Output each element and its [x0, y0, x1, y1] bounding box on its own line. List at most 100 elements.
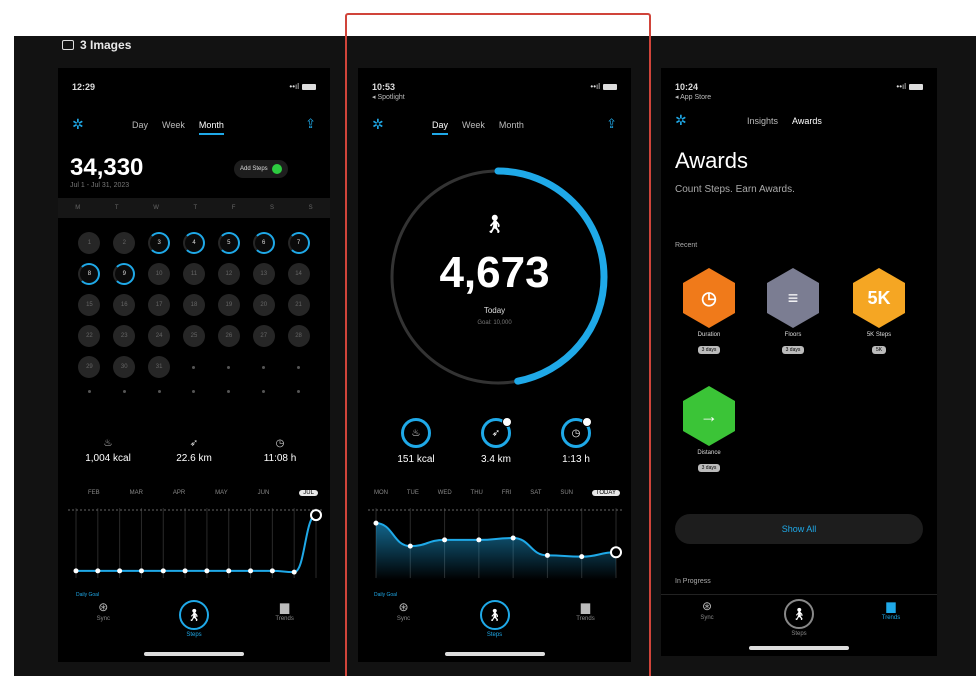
- status-time: 12:29: [72, 82, 96, 92]
- selection-highlight: [345, 13, 651, 676]
- calendar-empty: [218, 387, 240, 395]
- chart-line: [76, 514, 317, 574]
- sync-icon: ⊛: [98, 600, 109, 614]
- month-label[interactable]: APR: [173, 490, 185, 496]
- bottom-nav: ⊛ Sync 🚶︎ Steps ▆ Trends: [661, 594, 937, 637]
- chart-point[interactable]: [310, 509, 322, 522]
- distance-award-icon: →: [683, 386, 735, 446]
- image-count-label: 3 Images: [80, 38, 132, 52]
- home-indicator: [749, 646, 849, 650]
- award-badge[interactable]: ≡ Floors 3 days: [763, 268, 823, 356]
- calendar-empty: [218, 356, 240, 378]
- chart-point[interactable]: [117, 568, 123, 574]
- nav-steps[interactable]: 🚶︎ Steps: [164, 600, 224, 638]
- calendar-day[interactable]: 31: [148, 356, 171, 378]
- calendar-day[interactable]: 6: [252, 232, 275, 254]
- image-count-header: 3 Images: [62, 38, 131, 52]
- calendar-day[interactable]: 4: [182, 232, 205, 254]
- calendar-day[interactable]: 24: [148, 325, 171, 347]
- nav-trends[interactable]: ▆ Trends: [861, 599, 921, 621]
- chart-point[interactable]: [95, 568, 101, 574]
- calendar-day[interactable]: 5: [217, 232, 240, 254]
- calendar-day[interactable]: 27: [252, 325, 275, 347]
- chart-point[interactable]: [291, 569, 297, 575]
- calendar-day[interactable]: 28: [287, 325, 310, 347]
- chart-point[interactable]: [226, 568, 232, 574]
- back-to-app[interactable]: ◂ App Store: [675, 93, 711, 101]
- calendar-day[interactable]: 11: [182, 263, 205, 285]
- month-label[interactable]: MAR: [130, 490, 143, 496]
- nav-sync[interactable]: ⊛ Sync: [677, 599, 737, 621]
- calendar-day[interactable]: 2: [113, 232, 136, 254]
- calendar-day[interactable]: 20: [252, 294, 275, 316]
- calendar-empty: [78, 387, 100, 395]
- walk-icon: 🚶︎: [784, 599, 814, 629]
- calendar-empty: [253, 356, 275, 378]
- month-label[interactable]: JUN: [258, 490, 270, 496]
- calendar-day[interactable]: 29: [78, 356, 101, 378]
- gear-icon[interactable]: ✲: [72, 116, 84, 133]
- month-label[interactable]: MAY: [215, 490, 228, 496]
- add-icon: [271, 164, 282, 174]
- calendar-day[interactable]: 21: [287, 294, 310, 316]
- share-icon[interactable]: ⇪: [305, 116, 316, 132]
- award-tag: 3 days: [781, 346, 805, 354]
- add-steps-pill[interactable]: Add Steps: [234, 160, 288, 178]
- calendar-day[interactable]: 22: [78, 325, 101, 347]
- calendar-day[interactable]: 30: [113, 356, 136, 378]
- calendar-day[interactable]: 13: [252, 263, 275, 285]
- battery-icon: [909, 83, 923, 90]
- calendar-day[interactable]: 12: [217, 263, 240, 285]
- chart-point[interactable]: [160, 568, 166, 574]
- award-tag: 5K: [871, 346, 887, 354]
- calendar-empty: [113, 387, 135, 395]
- calendar-day[interactable]: 10: [148, 263, 171, 285]
- calendar-empty: [183, 356, 205, 378]
- calendar-day[interactable]: 8: [78, 263, 101, 285]
- calendar-day[interactable]: 16: [113, 294, 136, 316]
- nav-trends[interactable]: ▆ Trends: [255, 600, 315, 622]
- weekday-label: S: [270, 205, 275, 211]
- calendar-day[interactable]: 1: [78, 232, 101, 254]
- calendar-day[interactable]: 19: [217, 294, 240, 316]
- month-label[interactable]: JUL: [299, 490, 318, 496]
- award-badge[interactable]: → Distance 3 days: [679, 386, 739, 474]
- calendar-day[interactable]: 14: [287, 263, 310, 285]
- nav-steps[interactable]: 🚶︎ Steps: [769, 599, 829, 637]
- calendar-day[interactable]: 3: [148, 232, 171, 254]
- award-badge[interactable]: ◷ Duration 3 days: [679, 268, 739, 356]
- chart-point[interactable]: [248, 568, 254, 574]
- chart-point[interactable]: [138, 568, 144, 574]
- calendar-day[interactable]: 23: [113, 325, 136, 347]
- tab-day[interactable]: Day: [132, 120, 148, 135]
- tab-week[interactable]: Week: [162, 120, 185, 135]
- 5k-award-icon: 5K: [853, 268, 905, 328]
- chart-point[interactable]: [182, 568, 188, 574]
- calendar-day[interactable]: 15: [78, 294, 101, 316]
- calendar-day[interactable]: 26: [217, 325, 240, 347]
- tab-month[interactable]: Month: [198, 120, 224, 135]
- tab-insights[interactable]: Insights: [747, 116, 778, 126]
- calendar-day[interactable]: 9: [113, 263, 136, 285]
- sync-icon: ⊛: [701, 599, 713, 613]
- calendar-day[interactable]: 7: [287, 232, 310, 254]
- weekday-label: T: [114, 205, 119, 211]
- nav-sync[interactable]: ⊛ Sync: [73, 600, 133, 622]
- phone-screen-awards: 10:24 ◂ App Store ••ıl ✲ Insights Awards…: [661, 68, 937, 656]
- calendar-day[interactable]: 17: [148, 294, 171, 316]
- gear-icon[interactable]: ✲: [675, 112, 687, 129]
- show-all-button[interactable]: Show All: [675, 514, 923, 544]
- award-tag: 3 days: [697, 464, 721, 472]
- award-badge[interactable]: 5K 5K Steps 5K: [849, 268, 909, 356]
- chart-point[interactable]: [73, 568, 79, 574]
- calendar-day[interactable]: 25: [182, 325, 205, 347]
- month-label[interactable]: FEB: [88, 490, 100, 496]
- chart-point[interactable]: [204, 568, 210, 574]
- chart-point[interactable]: [269, 568, 275, 574]
- phone-screen-month: 12:29 ••ıl ✲ Day Week Month ⇪ 34,330 Jul…: [58, 68, 330, 662]
- month-steps-chart: [68, 508, 324, 578]
- award-name: Floors: [784, 332, 802, 338]
- calendar-empty: [148, 387, 170, 395]
- calendar-day[interactable]: 18: [182, 294, 205, 316]
- tab-awards[interactable]: Awards: [792, 116, 822, 126]
